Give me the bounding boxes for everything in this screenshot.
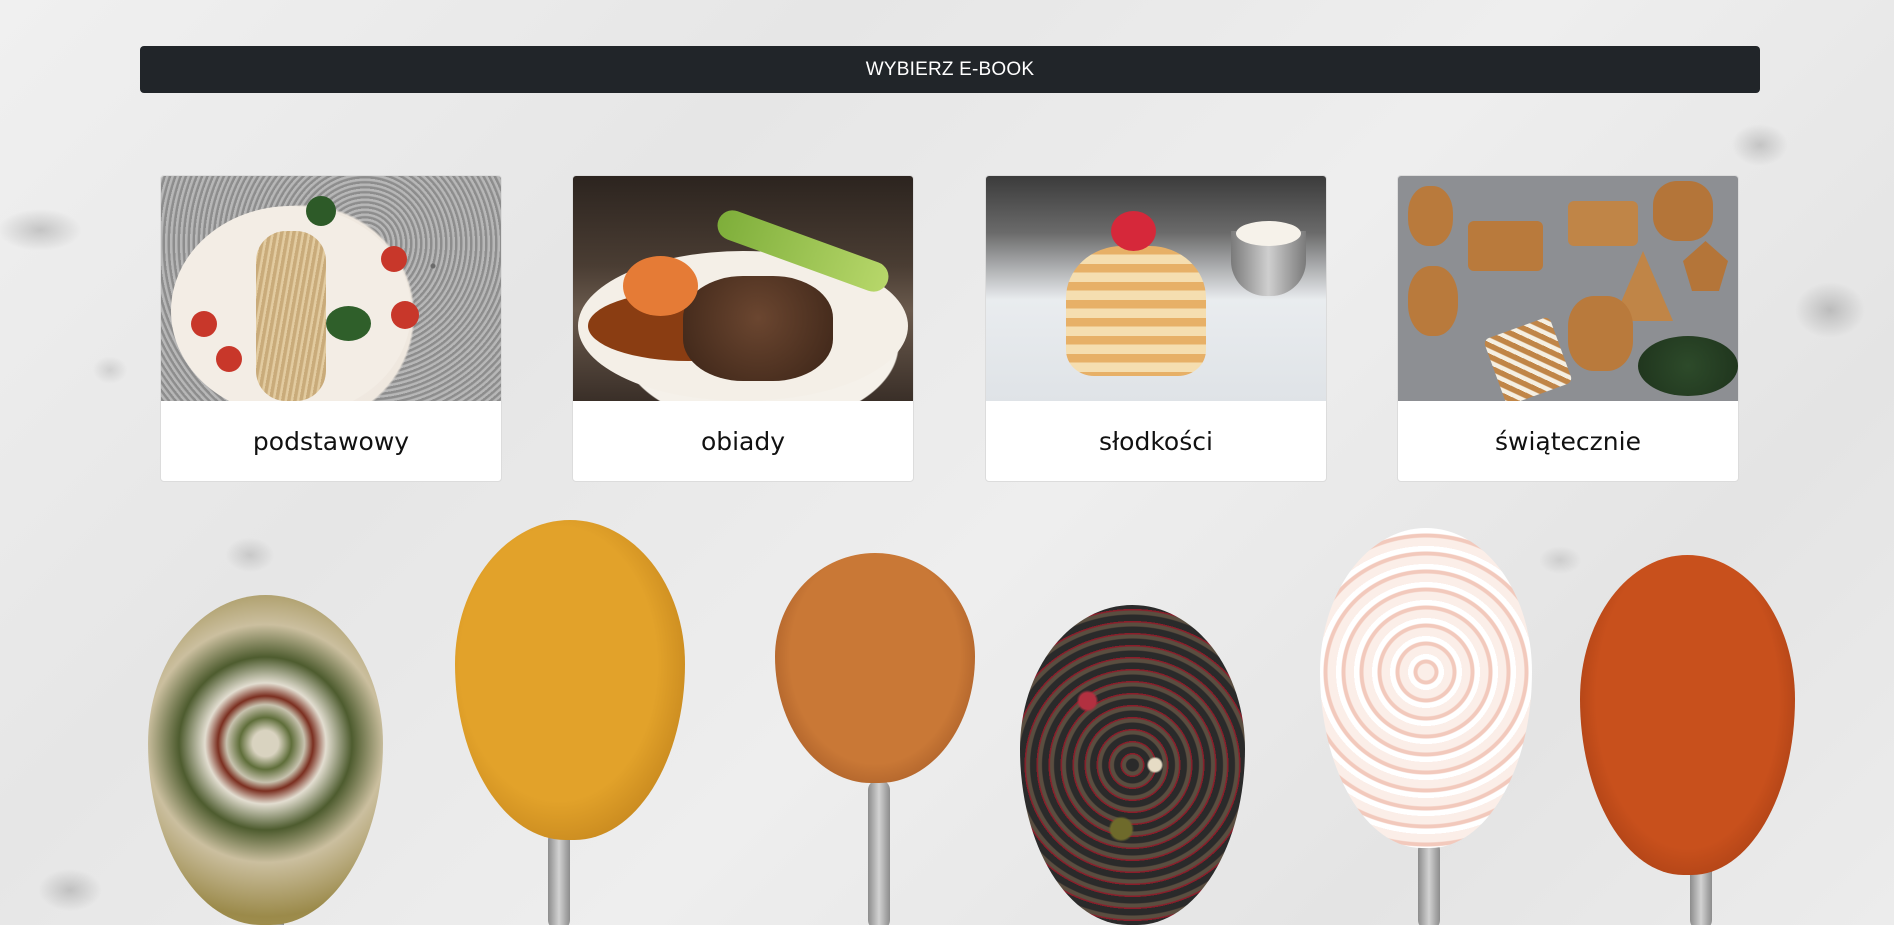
steak-dinner-photo xyxy=(573,176,913,401)
choose-ebook-label: WYBIERZ E-BOOK xyxy=(865,58,1035,80)
pancakes-photo xyxy=(986,176,1326,401)
gingerbread-cookies-photo xyxy=(1398,176,1738,401)
spoon-handle xyxy=(548,830,570,925)
pasta-photo xyxy=(161,176,501,401)
category-card-slodkosci[interactable]: słodkości xyxy=(985,175,1327,482)
spoon-handle xyxy=(868,780,890,925)
category-title: obiady xyxy=(700,426,786,456)
spoon-handle xyxy=(1418,840,1440,925)
category-title: podstawowy xyxy=(252,426,410,456)
category-title: słodkości xyxy=(1099,426,1213,456)
category-card-swiatecznie[interactable]: świątecznie xyxy=(1397,175,1739,482)
choose-ebook-button[interactable]: WYBIERZ E-BOOK xyxy=(140,46,1760,93)
category-card-podstawowy[interactable]: podstawowy xyxy=(160,175,502,482)
category-title: świątecznie xyxy=(1495,426,1641,456)
category-card-obiady[interactable]: obiady xyxy=(572,175,914,482)
